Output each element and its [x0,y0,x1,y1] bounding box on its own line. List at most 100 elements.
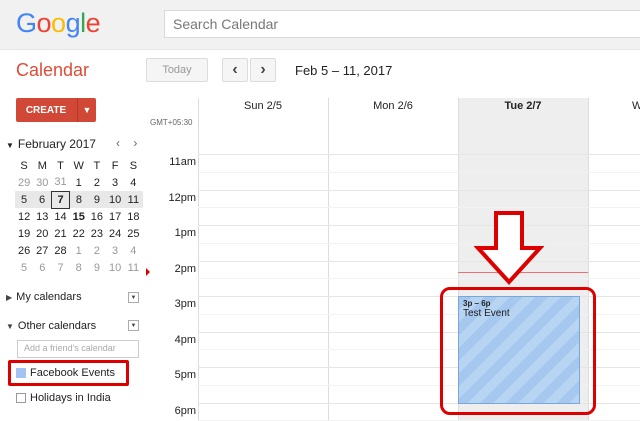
mini-calendar-day[interactable]: 20 [33,225,51,242]
mini-calendar-day[interactable]: 25 [124,225,142,242]
hour-label: 2pm [174,262,196,275]
chevron-right-icon: › [260,61,266,78]
date-range: Feb 5 – 11, 2017 [295,63,393,78]
mini-calendar-day[interactable]: 1 [70,242,88,259]
weekday-header: S [20,159,28,172]
create-dropdown-icon[interactable]: ▼ [77,98,96,122]
mini-calendar-day[interactable]: 5 [15,191,34,208]
half-hour-line [198,242,640,244]
calendar-color-swatch[interactable] [16,393,26,403]
mini-calendar-day[interactable]: 30 [33,174,51,191]
hour-label: 11am [169,156,196,168]
mini-calendar-day[interactable]: 15 [70,208,88,225]
mini-month-label: February 2017 [17,137,96,151]
my-calendars-header[interactable]: ▶ My calendars [6,291,82,303]
current-time-marker-icon [146,268,150,276]
create-button[interactable]: CREATE ▼ [16,98,96,122]
mini-calendar-day[interactable]: 9 [87,191,107,208]
mini-calendar-day[interactable]: 5 [15,259,33,276]
mini-calendar-day[interactable]: 12 [15,208,33,225]
collapse-triangle-icon: ▼ [6,322,14,331]
column-header-tue[interactable]: Tue 2/7 [458,100,588,112]
mini-calendar-day[interactable]: 17 [106,208,124,225]
mini-calendar-day[interactable]: 8 [69,191,88,208]
grid-divider [328,98,329,420]
hour-label: 4pm [174,333,196,346]
half-hour-line [198,171,640,173]
mini-calendar-grid: S M T W T F S 29 30 31 1 2 3 4 5 6 7 8 9 10 11 12 13 14 15 16 17 18… [15,157,143,276]
google-logo[interactable]: Google [16,8,101,39]
mini-calendar-day[interactable]: 4 [124,174,142,191]
mini-calendar-day[interactable]: 10 [106,259,124,276]
today-button[interactable]: Today [146,58,208,82]
logo-letter: G [16,8,37,38]
chevron-left-icon: ‹ [232,61,238,78]
down-arrow-icon [474,211,544,285]
weekday-header: T [93,159,101,172]
app-title: Calendar [16,60,90,80]
collapse-triangle-icon[interactable]: ▼ [6,141,14,150]
other-calendars-header[interactable]: ▼ Other calendars [6,320,96,332]
mini-calendar-day[interactable]: 31 [51,174,69,191]
hour-label: 1pm [174,227,196,239]
calendar-highlight-box [8,360,129,386]
mini-calendar-day[interactable]: 8 [70,259,88,276]
mini-calendar-day[interactable]: 9 [88,259,106,276]
mini-calendar-day[interactable]: 27 [33,242,51,259]
mini-calendar-day[interactable]: 24 [106,225,124,242]
mini-calendar-day[interactable]: 19 [15,225,33,242]
mini-calendar-day[interactable]: 29 [15,174,33,191]
mini-calendar-day[interactable]: 2 [88,174,106,191]
mini-calendar-day[interactable]: 4 [124,242,142,259]
prev-week-button[interactable]: ‹ [222,58,248,82]
mini-calendar-day[interactable]: 10 [106,191,125,208]
mini-calendar-day[interactable]: 18 [124,208,142,225]
column-header-mon[interactable]: Mon 2/6 [328,100,458,112]
mini-calendar-day[interactable]: 7 [50,190,71,209]
hour-line [198,225,640,226]
mini-calendar-nav: ‹ › [116,136,137,150]
mini-calendar-day[interactable]: 14 [51,208,69,225]
mini-calendar-day[interactable]: 11 [124,259,142,276]
logo-letter: o [51,8,66,38]
mini-calendar-day[interactable]: 21 [51,225,69,242]
mini-calendar-day[interactable]: 7 [51,259,69,276]
mini-calendar-day[interactable]: 13 [33,208,51,225]
mini-calendar-month[interactable]: ▼ February 2017 [6,137,96,151]
mini-calendar-day[interactable]: 22 [70,225,88,242]
calendar-name: Holidays in India [30,392,111,404]
my-calendars-menu-icon[interactable]: ▼ [128,292,139,303]
logo-letter: g [65,8,81,38]
mini-calendar-day[interactable]: 3 [106,242,124,259]
mini-calendar-day[interactable]: 28 [51,242,69,259]
mini-calendar-day[interactable]: 23 [88,225,106,242]
hour-line [198,260,640,262]
mini-calendar-day[interactable]: 1 [70,174,88,191]
weekday-header: S [129,159,138,172]
other-calendars-menu-icon[interactable]: ▼ [128,320,139,331]
mini-prev-icon[interactable]: ‹ [116,136,120,150]
weekday-header: F [111,159,119,172]
mini-next-icon[interactable]: › [133,136,137,150]
weekday-header: W [73,159,84,172]
mini-calendar-day[interactable]: 6 [33,191,52,208]
mini-calendar-day[interactable]: 16 [88,208,106,225]
add-friend-calendar-input[interactable]: Add a friend's calendar [17,340,139,358]
mini-calendar-day[interactable]: 11 [124,191,143,208]
my-calendars-label: My calendars [16,291,82,303]
mini-calendar-day[interactable]: 6 [33,259,51,276]
create-label[interactable]: CREATE [16,98,76,122]
mini-calendar-day[interactable]: 3 [106,174,124,191]
logo-letter: e [85,8,101,38]
hour-label: 3pm [174,298,196,310]
mini-calendar-day[interactable]: 2 [88,242,106,259]
hour-line [198,154,640,155]
other-calendars-label: Other calendars [17,320,97,332]
calendar-item-holidays[interactable]: Holidays in India [16,392,111,404]
column-header-sun[interactable]: Sun 2/5 [198,100,328,112]
logo-letter: o [36,8,52,38]
next-week-button[interactable]: › [250,58,276,82]
mini-calendar-day[interactable]: 26 [15,242,33,259]
column-header-wed[interactable]: W [588,100,640,112]
search-input[interactable]: Search Calendar [164,10,640,38]
